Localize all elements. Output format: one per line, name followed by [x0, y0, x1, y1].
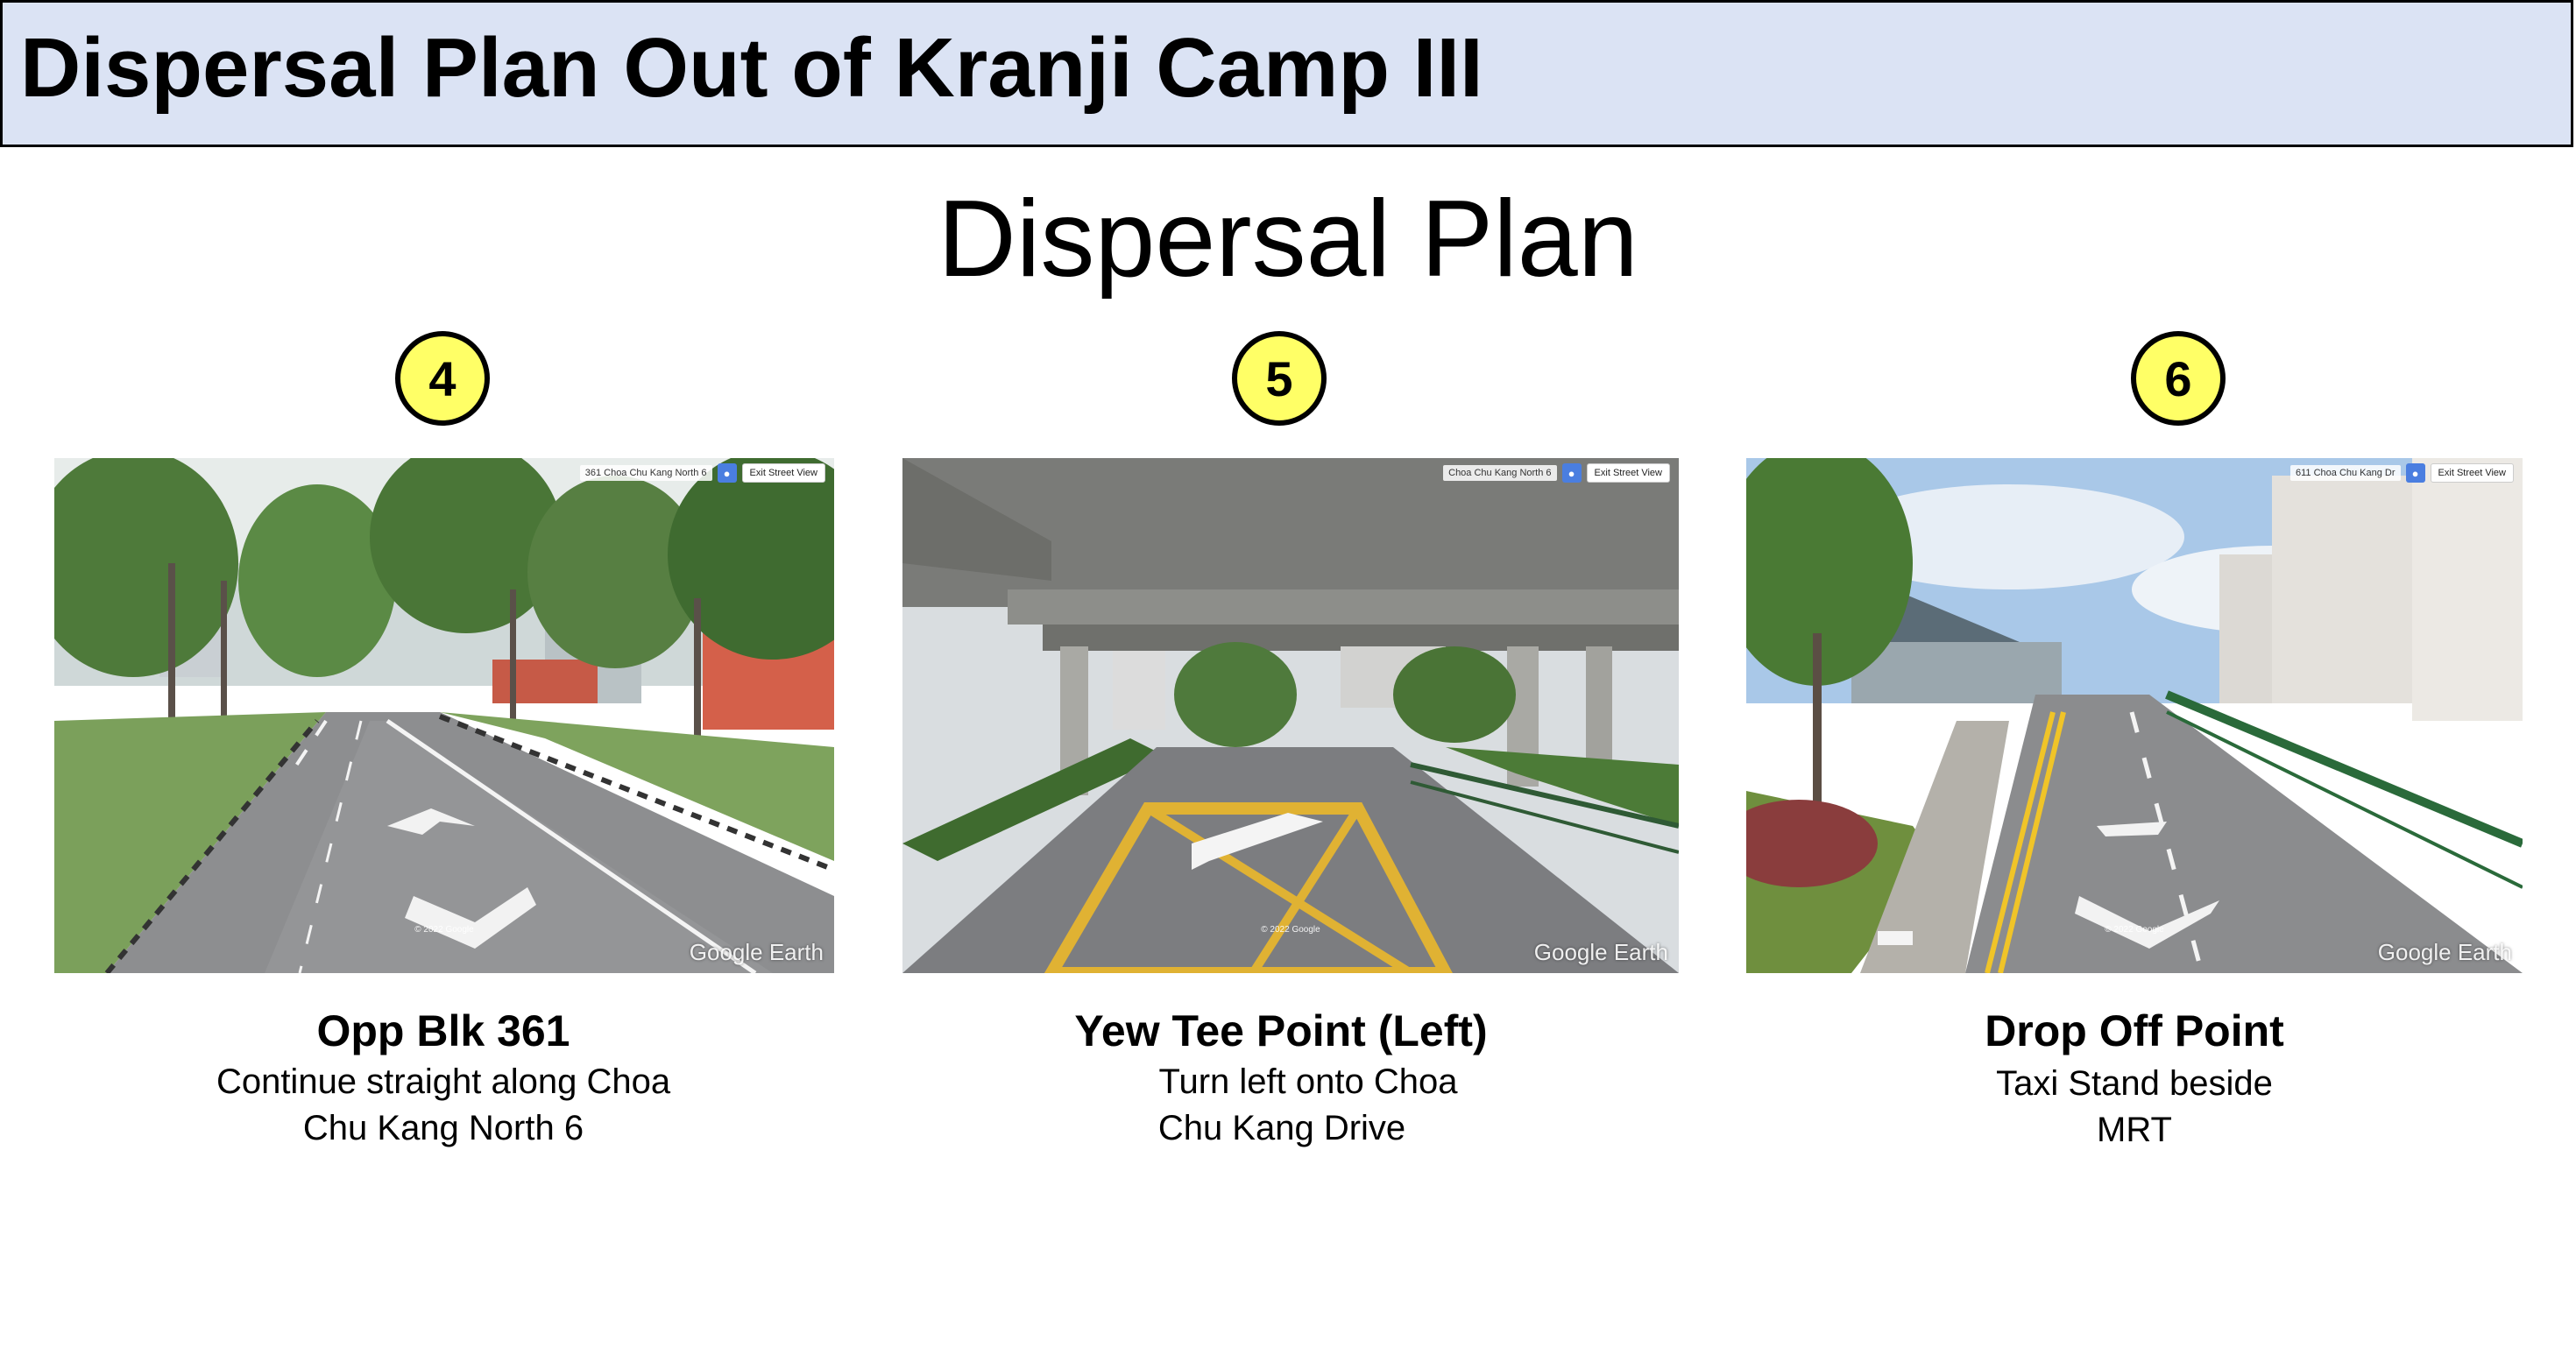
step-badge-5: 5 [1232, 331, 1327, 426]
street-view-photo-3: 611 Choa Chu Kang Dr ● Exit Street View … [1746, 458, 2523, 973]
caption-title-5: Yew Tee Point (Left) [1074, 1006, 1488, 1055]
copyright-1: © 2022 Google [414, 925, 474, 935]
caption-title-6: Drop Off Point [1985, 1006, 2284, 1055]
copyright-2: © 2022 Google [1261, 925, 1320, 935]
pegman-icon[interactable]: ● [1561, 463, 1582, 483]
exit-street-view-button-2[interactable]: Exit Street View [1586, 463, 1670, 483]
google-earth-watermark-3: Google Earth [2377, 939, 2512, 965]
caption-line2-4: Chu Kang North 6 [302, 1109, 584, 1147]
street-scene-2-image [902, 458, 1679, 973]
caption-title-4: Opp Blk 361 [316, 1006, 570, 1055]
google-earth-watermark-2: Google Earth [1533, 939, 1668, 965]
street-label-1: 361 Choa Chu Kang North 6 [579, 465, 712, 481]
caption-line1-5: Turn left onto Choa [1158, 1062, 1458, 1101]
caption-line2-5: Chu Kang Drive [1157, 1109, 1406, 1147]
street-scene-3-image [1746, 458, 2523, 973]
street-view-controls-1: 361 Choa Chu Kang North 6 ● Exit Street … [579, 463, 825, 483]
exit-street-view-button-3[interactable]: Exit Street View [2430, 463, 2514, 483]
caption-line1-6: Taxi Stand beside [1996, 1064, 2273, 1103]
caption-line1-4: Continue straight along Choa [216, 1062, 671, 1101]
street-scene-1-image [54, 458, 834, 973]
header-title: Dispersal Plan Out of Kranji Camp III [20, 21, 1483, 115]
step-badge-4: 4 [395, 331, 490, 426]
pegman-icon[interactable]: ● [717, 463, 737, 483]
street-label-3: 611 Choa Chu Kang Dr [2290, 465, 2401, 481]
google-earth-watermark-1: Google Earth [689, 939, 824, 965]
step-badge-6: 6 [2131, 331, 2226, 426]
exit-street-view-button-1[interactable]: Exit Street View [741, 463, 825, 483]
street-view-photo-2: Choa Chu Kang North 6 ● Exit Street View… [902, 458, 1679, 973]
street-view-controls-2: Choa Chu Kang North 6 ● Exit Street View [1443, 463, 1670, 483]
street-view-photo-1: 361 Choa Chu Kang North 6 ● Exit Street … [54, 458, 834, 973]
street-label-2: Choa Chu Kang North 6 [1443, 465, 1557, 481]
copyright-3: © 2022 Google [2105, 925, 2164, 935]
street-view-controls-3: 611 Choa Chu Kang Dr ● Exit Street View [2290, 463, 2514, 483]
header-bar: Dispersal Plan Out of Kranji Camp III [0, 0, 2573, 147]
pegman-icon[interactable]: ● [2405, 463, 2425, 483]
page-title: Dispersal Plan [938, 179, 1638, 300]
caption-line2-6: MRT [2097, 1111, 2172, 1149]
